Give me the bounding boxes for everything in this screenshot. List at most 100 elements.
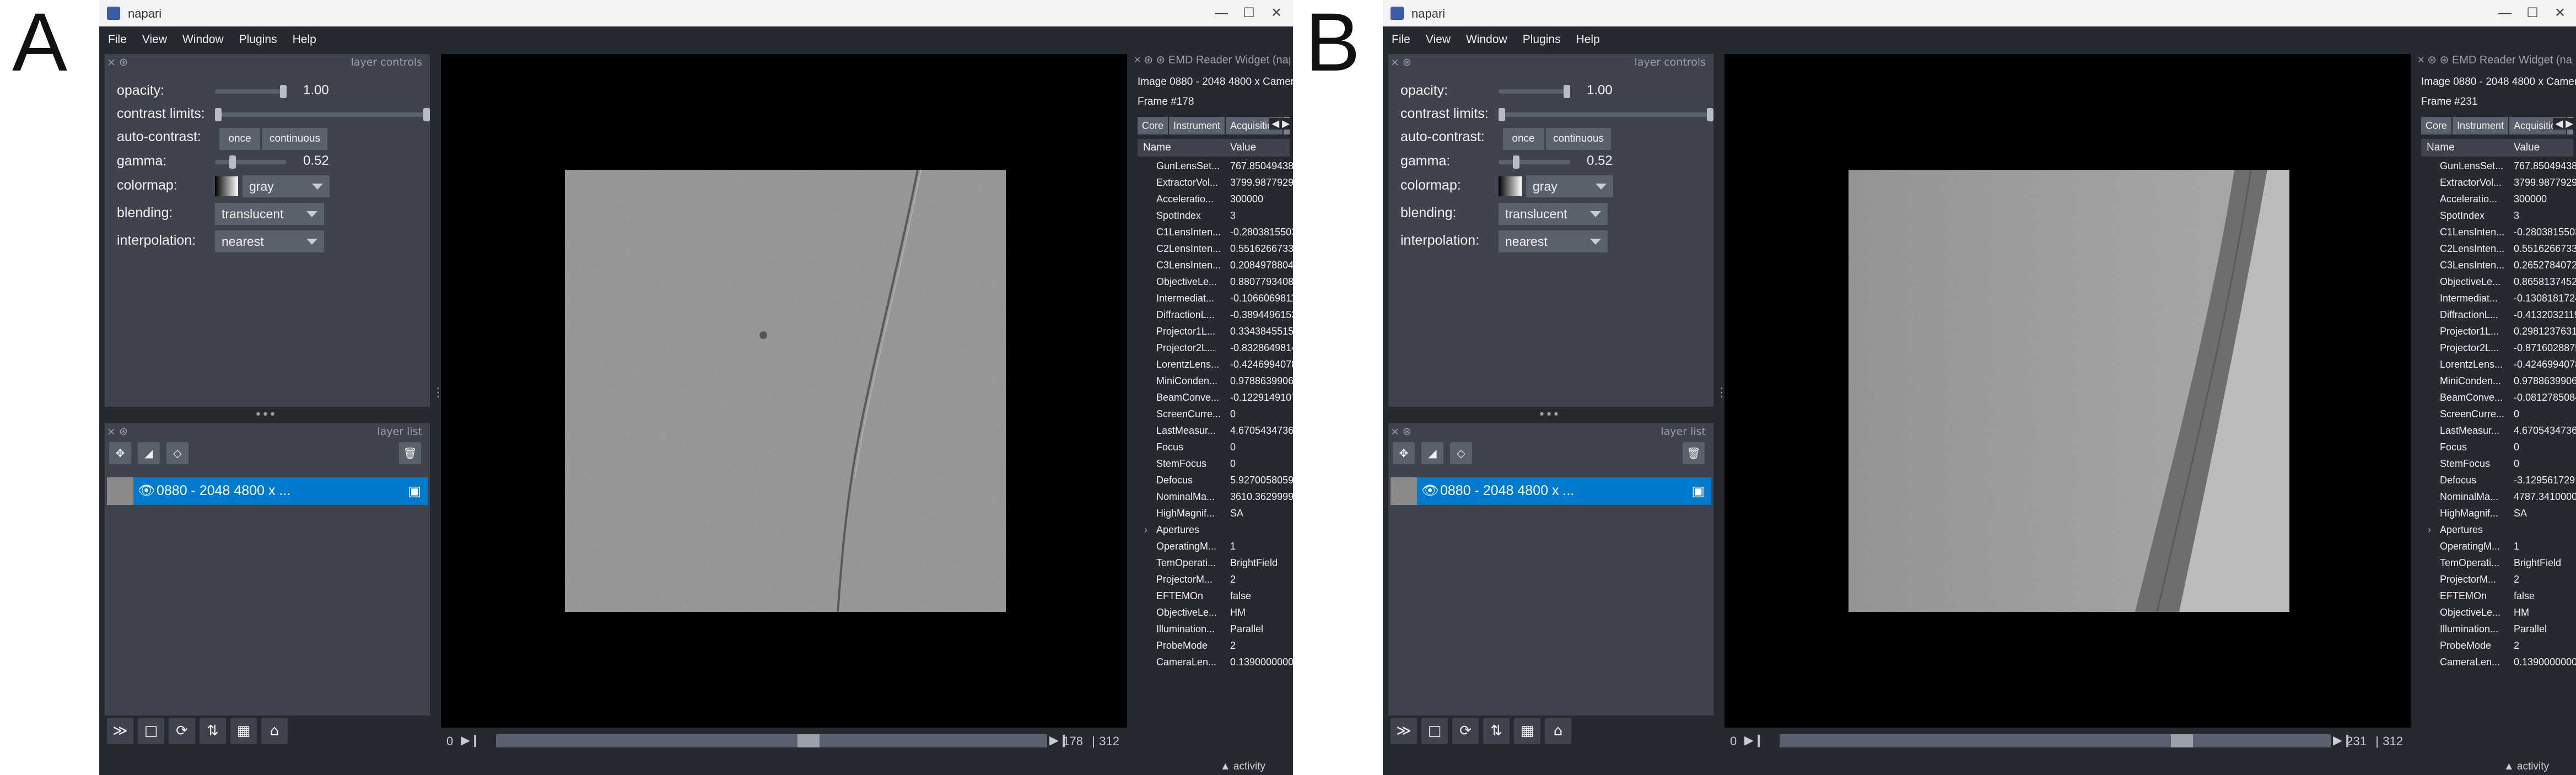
table-row[interactable]: ProjectorM... 2 bbox=[1138, 571, 1290, 588]
table-row[interactable]: ObjectiveLe... 0.86581374526739674 bbox=[2421, 273, 2576, 290]
table-row[interactable]: OperatingM... 1 bbox=[1138, 538, 1290, 555]
maximize-icon[interactable]: ☐ bbox=[1238, 3, 1260, 23]
activity-button[interactable]: ▲ activity bbox=[2504, 761, 2549, 773]
current-frame[interactable]: 231 bbox=[2346, 734, 2367, 749]
layer-name[interactable]: 0880 - 2048 4800 x ... bbox=[1440, 483, 1574, 499]
table-row[interactable]: StemFocus 0 bbox=[2421, 455, 2573, 472]
table-row[interactable]: Acceleratio... 300000 bbox=[1138, 191, 1290, 207]
menu-help[interactable]: Help bbox=[1567, 26, 1607, 46]
tab-instrument[interactable]: Instrument bbox=[2453, 117, 2509, 134]
table-row[interactable]: C2LensInten... 0.55162667336417981 bbox=[1138, 240, 1293, 257]
table-row[interactable]: Focus 0 bbox=[2421, 439, 2573, 455]
table-row[interactable]: Projector2L... -0.83286498144982057 bbox=[1138, 340, 1293, 356]
table-row[interactable]: Defocus 5.9270058059659538e-06 bbox=[1138, 472, 1293, 488]
table-row[interactable]: HighMagnif... SA bbox=[2421, 505, 2573, 521]
visibility-eye-icon[interactable]: 👁 bbox=[1421, 483, 1439, 499]
new-labels-layer-icon[interactable]: ◇ bbox=[1450, 442, 1472, 464]
column-value-header[interactable]: Value bbox=[2514, 139, 2540, 157]
table-row[interactable]: Focus 0 bbox=[1138, 439, 1290, 455]
blending-dropdown[interactable]: translucent bbox=[1499, 203, 1608, 225]
table-row[interactable]: Illumination... Parallel bbox=[2421, 621, 2573, 637]
close-icon[interactable]: ✕ bbox=[2549, 3, 2571, 23]
tab-core[interactable]: Core bbox=[1138, 117, 1168, 134]
roll-dimensions-icon[interactable]: ⟳ bbox=[169, 718, 195, 744]
menu-help[interactable]: Help bbox=[284, 26, 323, 46]
table-row[interactable]: ObjectiveLe... 0.88077934084627751 bbox=[1138, 273, 1293, 290]
table-row[interactable]: C3LensInten... 0.20849788041069833 bbox=[1138, 257, 1293, 273]
table-row[interactable]: EFTEMOn false bbox=[1138, 588, 1290, 604]
grid-view-icon[interactable]: ▦ bbox=[230, 718, 257, 744]
table-row[interactable]: DiffractionL... -0.41320321190451231 bbox=[2421, 306, 2576, 323]
contrast-max-handle[interactable] bbox=[423, 108, 430, 121]
layer-item[interactable]: 👁 0880 - 2048 4800 x ... ▣ bbox=[1391, 477, 1711, 505]
table-row[interactable]: SpotIndex 3 bbox=[1138, 207, 1290, 224]
table-row[interactable]: OperatingM... 1 bbox=[2421, 538, 2573, 555]
play-icon[interactable]: ▶❙ bbox=[1744, 733, 1764, 747]
table-row[interactable]: ObjectiveLe... HM bbox=[1138, 604, 1290, 621]
new-points-layer-icon[interactable]: ✥ bbox=[109, 442, 131, 464]
table-row[interactable]: C1LensInten... -0.28038155034524137 bbox=[1138, 224, 1293, 240]
table-row[interactable]: GunLensSet... 767.85049438476563 bbox=[1138, 158, 1293, 174]
transpose-dimensions-icon[interactable]: ⇅ bbox=[200, 718, 226, 744]
dock-close-icon[interactable]: × ⊛ ⊛ bbox=[1134, 54, 1168, 66]
column-value-header[interactable]: Value bbox=[1230, 139, 1256, 157]
tab-core[interactable]: Core bbox=[2421, 117, 2452, 134]
table-row[interactable]: StemFocus 0 bbox=[1138, 455, 1290, 472]
table-row[interactable]: TemOperati... BrightField bbox=[1138, 555, 1290, 571]
splitter-handle[interactable]: ••• bbox=[1538, 408, 1560, 422]
home-icon[interactable]: ⌂ bbox=[261, 718, 288, 744]
table-row[interactable]: ExtractorVol... 3799.98779296875 bbox=[2421, 174, 2576, 191]
table-row[interactable]: EFTEMOn false bbox=[2421, 588, 2573, 604]
table-row[interactable]: Intermediat... -0.10660698114043347 bbox=[1138, 290, 1293, 306]
image-canvas[interactable] bbox=[441, 54, 1127, 728]
table-row[interactable]: Projector1L... 0.29812376318045736 bbox=[2421, 323, 2576, 340]
opacity-slider-handle[interactable] bbox=[280, 85, 287, 98]
table-row[interactable]: Acceleratio... 300000 bbox=[2421, 191, 2573, 207]
table-row[interactable]: LorentzLens... -0.42469940784319277 bbox=[2421, 356, 2576, 373]
new-shapes-layer-icon[interactable]: ◢ bbox=[138, 442, 160, 464]
contrast-max-handle[interactable] bbox=[1707, 108, 1713, 121]
table-row[interactable]: › Apertures bbox=[1138, 521, 1290, 538]
console-icon[interactable]: ≫ bbox=[107, 718, 133, 744]
layer-name[interactable]: 0880 - 2048 4800 x ... bbox=[157, 483, 290, 499]
gamma-slider-handle[interactable] bbox=[229, 155, 236, 169]
gamma-slider[interactable] bbox=[1499, 155, 1570, 169]
table-row[interactable]: Illumination... Parallel bbox=[1138, 621, 1290, 637]
ndisplay-toggle-icon[interactable]: □ bbox=[1421, 718, 1448, 744]
minimize-icon[interactable]: — bbox=[1210, 3, 1232, 23]
gamma-slider-handle[interactable] bbox=[1513, 155, 1519, 169]
table-row[interactable]: Defocus -3.1295617291036007e-05 bbox=[2421, 472, 2576, 488]
table-row[interactable]: ProjectorM... 2 bbox=[2421, 571, 2573, 588]
dock-close-icon[interactable]: × ⊛ ⊛ bbox=[2418, 54, 2452, 66]
table-row[interactable]: CameraLen... 0.13900000000000001 bbox=[2421, 654, 2576, 670]
menu-file[interactable]: File bbox=[99, 26, 133, 46]
layer-item[interactable]: 👁 0880 - 2048 4800 x ... ▣ bbox=[107, 477, 428, 505]
new-shapes-layer-icon[interactable]: ◢ bbox=[1421, 442, 1443, 464]
table-row[interactable]: ProbeMode 2 bbox=[2421, 637, 2573, 654]
colormap-dropdown[interactable]: gray bbox=[242, 175, 330, 197]
contrast-limits-slider[interactable] bbox=[1499, 108, 1713, 121]
tab-scroll-arrows-icon[interactable]: ◀ ▶ bbox=[1269, 118, 1290, 130]
auto-contrast-once-button[interactable]: once bbox=[1503, 128, 1544, 150]
chevron-right-icon[interactable]: › bbox=[2428, 521, 2431, 538]
frame-slider[interactable] bbox=[496, 734, 1047, 747]
table-row[interactable]: TemOperati... BrightField bbox=[2421, 555, 2573, 571]
column-name-header[interactable]: Name bbox=[1143, 139, 1171, 157]
frame-slider-handle[interactable] bbox=[797, 734, 820, 747]
minimize-icon[interactable]: — bbox=[2494, 3, 2516, 23]
gamma-slider[interactable] bbox=[215, 155, 287, 169]
grid-view-icon[interactable]: ▦ bbox=[1514, 718, 1540, 744]
table-row[interactable]: LastMeasur... 4.6705434736232006e-09 bbox=[2421, 422, 2576, 439]
menu-view[interactable]: View bbox=[1417, 26, 1457, 46]
menu-file[interactable]: File bbox=[1383, 26, 1417, 46]
console-icon[interactable]: ≫ bbox=[1391, 718, 1417, 744]
table-row[interactable]: ExtractorVol... 3799.98779296875 bbox=[1138, 174, 1293, 191]
table-row[interactable]: C3LensInten... 0.26527840723506468 bbox=[2421, 257, 2576, 273]
table-row[interactable]: Projector1L... 0.33438455151725688 bbox=[1138, 323, 1293, 340]
table-row[interactable]: › Apertures bbox=[2421, 521, 2573, 538]
table-row[interactable]: SpotIndex 3 bbox=[2421, 207, 2573, 224]
current-frame[interactable]: 178 bbox=[1063, 734, 1083, 749]
opacity-value[interactable]: 1.00 bbox=[1587, 83, 1613, 98]
roll-dimensions-icon[interactable]: ⟳ bbox=[1452, 718, 1479, 744]
delete-layer-icon[interactable]: 🗑 bbox=[399, 442, 421, 464]
